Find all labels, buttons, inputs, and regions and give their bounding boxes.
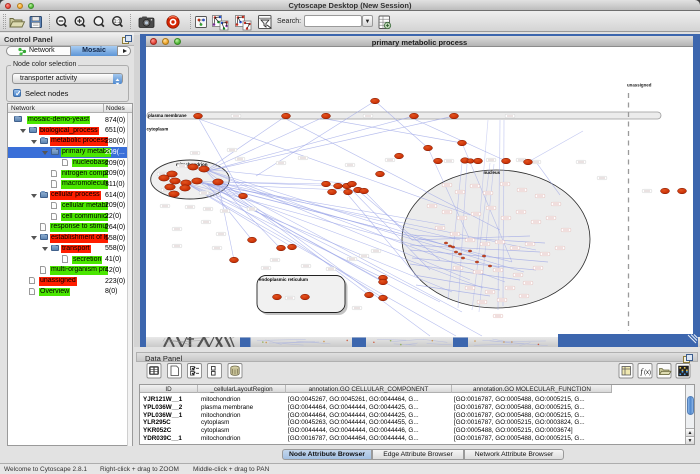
svg-text:endoplasmic reticulum: endoplasmic reticulum: [259, 277, 308, 282]
svg-text:(x): (x): [644, 370, 651, 376]
svg-text:plasma membrane: plasma membrane: [148, 113, 187, 118]
svg-text:unassigned: unassigned: [627, 83, 652, 88]
svg-text:cytoplasm: cytoplasm: [147, 127, 169, 132]
svg-text:nucleus: nucleus: [484, 170, 501, 175]
svg-text:1:1: 1:1: [114, 19, 121, 25]
